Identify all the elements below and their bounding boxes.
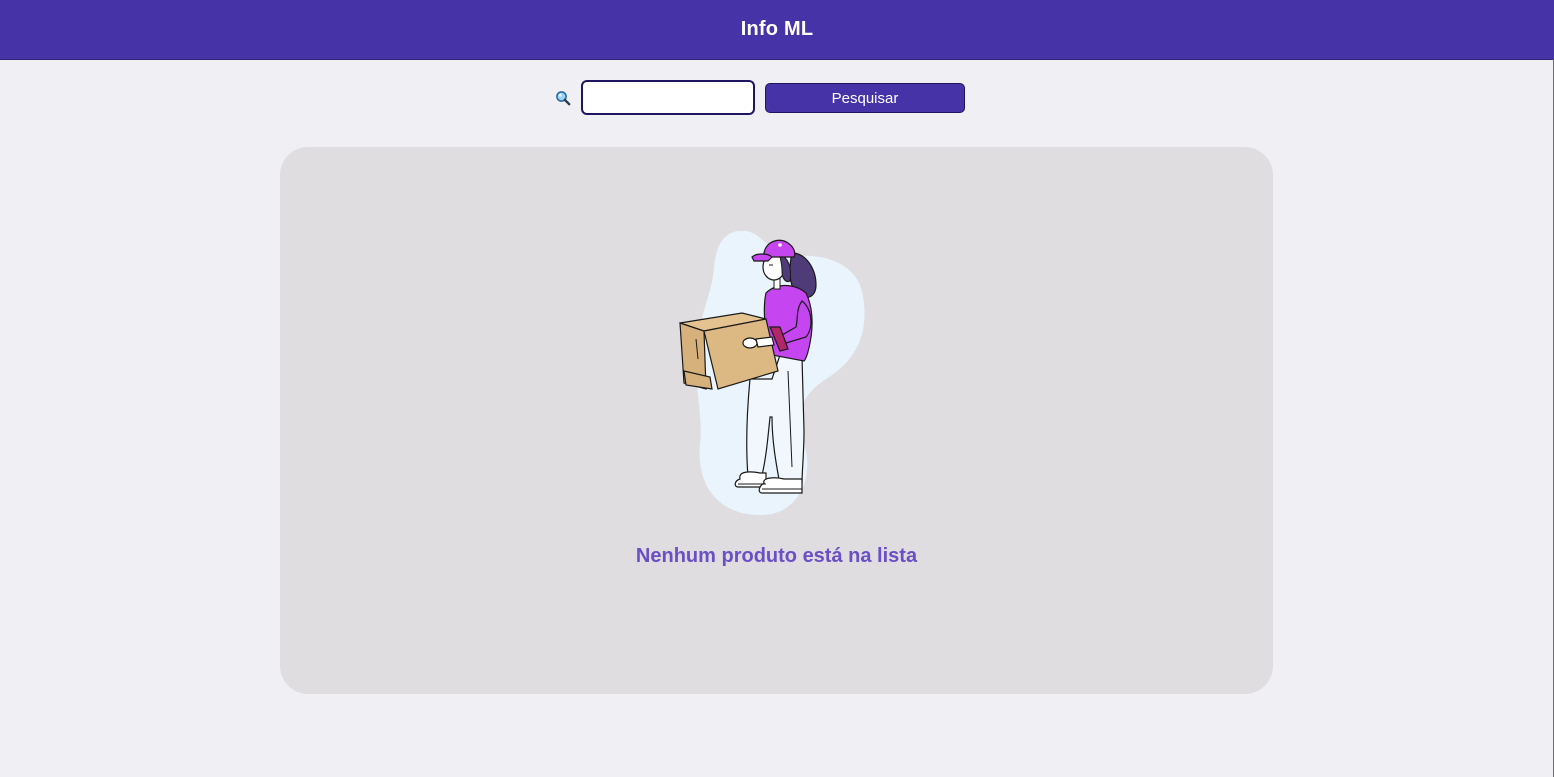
search-bar: Pesquisar <box>0 80 1554 116</box>
app-title: Info ML <box>740 18 814 40</box>
delivery-person-illustration <box>679 231 865 516</box>
app-header: Info ML <box>0 0 1554 60</box>
search-icon <box>555 90 571 106</box>
empty-list-message: Nenhum produto está na lista <box>635 545 918 567</box>
search-button[interactable]: Pesquisar <box>765 83 965 113</box>
product-list-panel: Nenhum produto está na lista <box>280 147 1273 694</box>
search-input[interactable] <box>581 80 755 115</box>
